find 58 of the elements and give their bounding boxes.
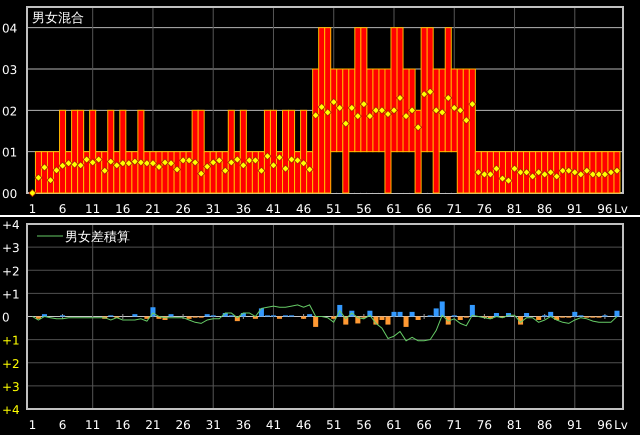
x-axis-label: 86 bbox=[537, 202, 552, 215]
y-axis-label: +2 bbox=[2, 356, 20, 371]
x-axis-label: 56 bbox=[356, 418, 372, 432]
x-axis-label: 71 bbox=[446, 418, 462, 432]
x-axis-label: 41 bbox=[266, 202, 282, 215]
x-axis-label: 21 bbox=[145, 202, 161, 215]
x-axis-label: 76 bbox=[476, 418, 492, 432]
y-axis-label: +4 bbox=[2, 403, 20, 417]
y-axis-label: 02 bbox=[2, 104, 18, 118]
x-axis-label: 11 bbox=[85, 202, 100, 215]
x-axis-label: 21 bbox=[145, 418, 161, 432]
x-axis-label: 6 bbox=[58, 202, 66, 215]
x-axis-label: 26 bbox=[175, 418, 191, 432]
x-axis-label: 41 bbox=[266, 418, 282, 432]
y-axis-label: 04 bbox=[2, 22, 18, 36]
y-axis-label: 0 bbox=[2, 310, 10, 324]
x-axis-label: 81 bbox=[506, 418, 522, 432]
chart-title: 男女混合 bbox=[32, 11, 84, 26]
x-axis-label: 91 bbox=[567, 418, 582, 432]
x-axis-label: 51 bbox=[326, 418, 342, 432]
y-axis-label: 01 bbox=[2, 146, 18, 160]
y-axis-label: +3 bbox=[2, 241, 20, 256]
x-axis-label: 56 bbox=[356, 202, 372, 215]
x-axis-label: 1 bbox=[28, 418, 36, 432]
x-axis-label: 86 bbox=[537, 418, 552, 432]
x-axis-label: 46 bbox=[296, 418, 312, 432]
x-axis-label: 31 bbox=[206, 418, 221, 432]
y-axis-label: +2 bbox=[2, 264, 20, 278]
x-axis-label: 76 bbox=[476, 202, 492, 215]
y-axis-label: 00 bbox=[2, 187, 18, 201]
y-axis-label: +4 bbox=[2, 218, 20, 232]
x-axis-label: 81 bbox=[506, 202, 522, 215]
x-axis-label: 1 bbox=[28, 202, 36, 215]
x-axis-label: 91 bbox=[567, 202, 582, 215]
y-axis-label: +1 bbox=[2, 334, 20, 348]
x-axis-label: 26 bbox=[175, 202, 191, 215]
y-axis-label: +1 bbox=[2, 287, 20, 302]
x-axis-label: 16 bbox=[115, 202, 130, 215]
legend-label: 男女差積算 bbox=[65, 230, 130, 245]
axis-title: Lv bbox=[614, 418, 628, 432]
x-axis-label: 66 bbox=[416, 418, 432, 432]
x-axis-label: 36 bbox=[236, 418, 251, 432]
x-axis-label: 31 bbox=[206, 202, 221, 215]
x-axis-label: 16 bbox=[115, 418, 130, 432]
x-axis-label: 6 bbox=[58, 418, 66, 432]
axis-title: Lv bbox=[614, 202, 628, 215]
x-axis-label: 46 bbox=[296, 202, 312, 215]
x-axis-label: 11 bbox=[85, 418, 100, 432]
x-axis-label: 36 bbox=[236, 202, 251, 215]
x-axis-label: 61 bbox=[386, 202, 402, 215]
x-axis-label: 66 bbox=[416, 202, 432, 215]
x-axis-label: 71 bbox=[446, 202, 462, 215]
x-axis-label: 96 bbox=[597, 202, 613, 215]
x-axis-label: 61 bbox=[386, 418, 402, 432]
y-axis-label: 03 bbox=[2, 63, 18, 77]
y-axis-label: +3 bbox=[2, 380, 20, 394]
x-axis-label: 96 bbox=[597, 418, 613, 432]
x-axis-label: 51 bbox=[326, 202, 342, 215]
